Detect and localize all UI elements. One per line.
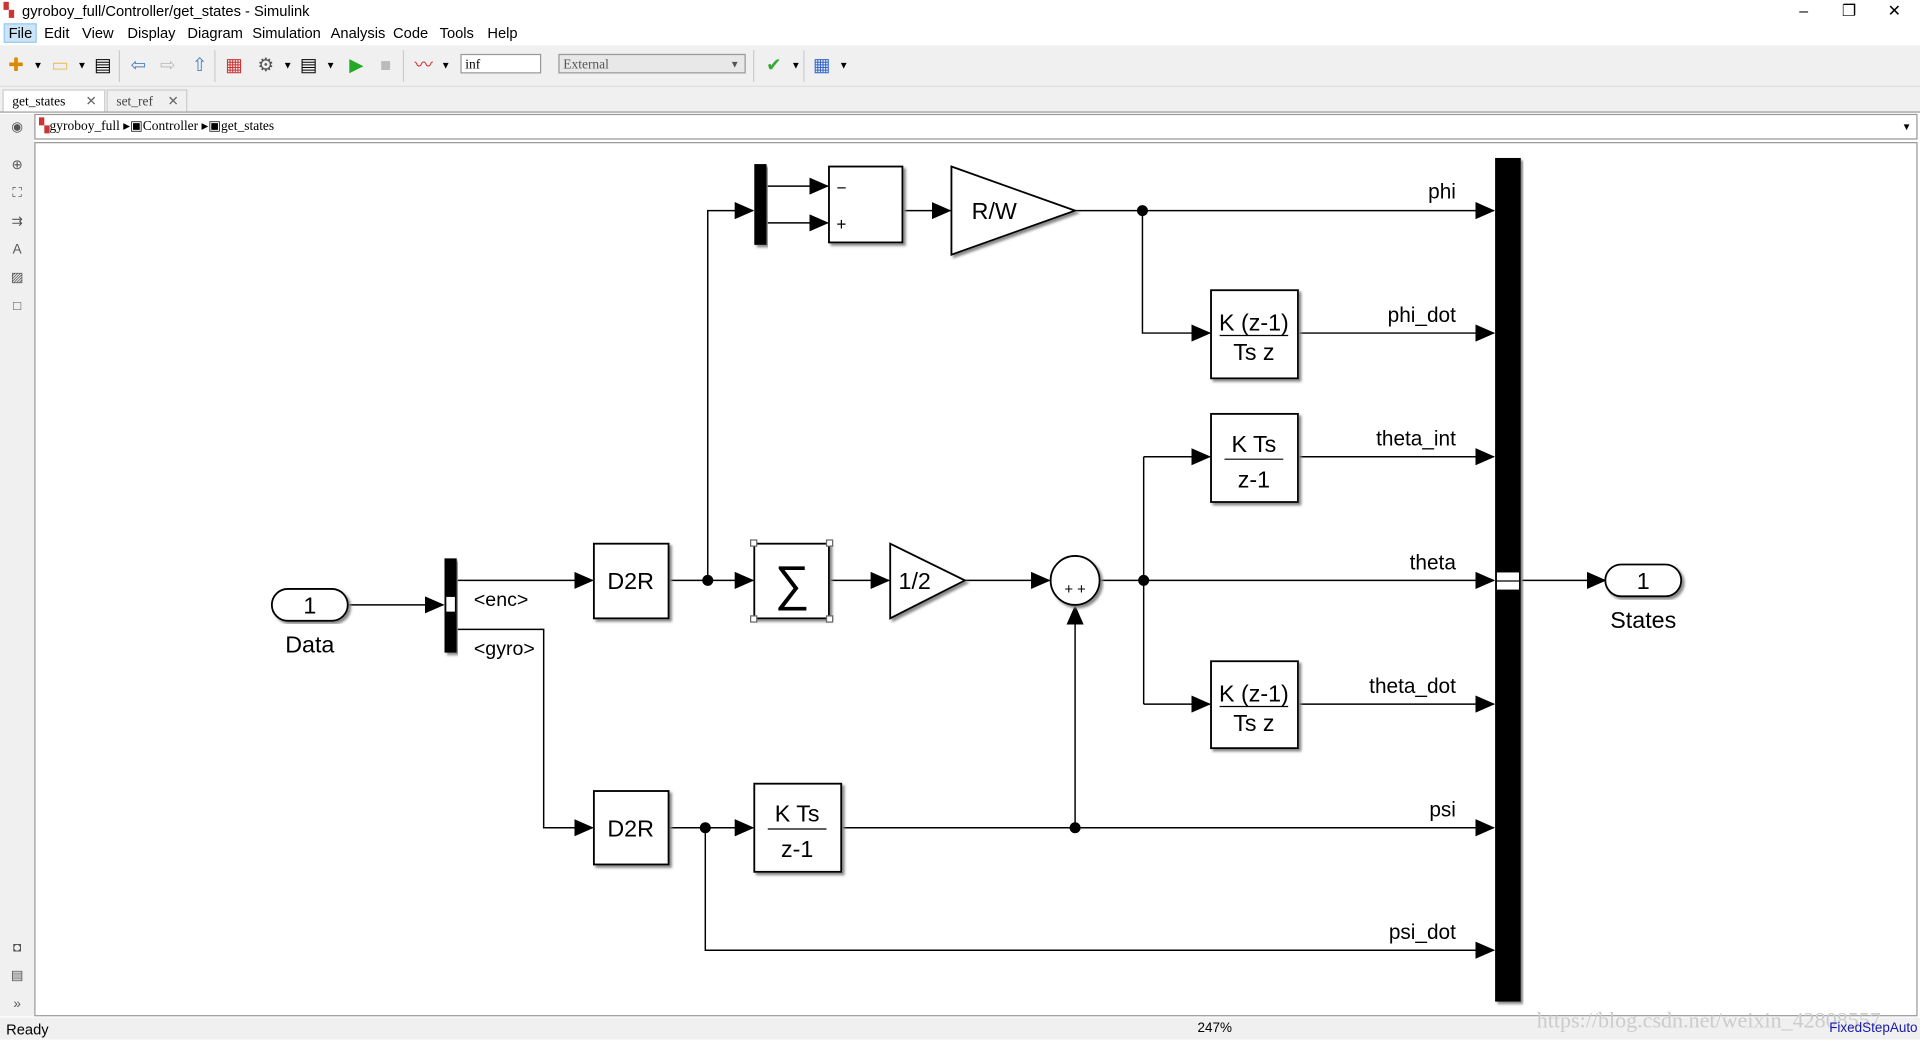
denominator: z-1 (781, 836, 813, 862)
status-text: Ready (6, 1021, 49, 1039)
integrator-block-psi[interactable]: K Ts z-1 (753, 782, 843, 873)
block-diagram: 1 Data <enc> <gyro> D2R D2R − + R/W ∑ 1/… (270, 157, 1683, 1002)
d2r-block-gyro[interactable]: D2R (592, 790, 670, 866)
minus-sign: − (836, 177, 846, 197)
bus-selector[interactable]: <enc> <gyro> (444, 558, 535, 660)
signal-label-psi: psi (1429, 799, 1456, 822)
outport-label: States (1610, 607, 1676, 633)
outport-number: 1 (1637, 568, 1650, 594)
block-label: D2R (607, 815, 654, 841)
signal-label-phi-dot: phi_dot (1388, 304, 1456, 327)
sum-of-elements-block[interactable]: ∑ (750, 539, 834, 623)
gain-half-block[interactable]: 1/2 (889, 542, 967, 620)
denominator: Ts z (1233, 710, 1274, 736)
signal-labels: phi phi_dot theta_int theta theta_dot ps… (1369, 180, 1456, 944)
inport-label: Data (285, 632, 334, 658)
inport-number: 1 (303, 592, 316, 618)
gain-rw-block[interactable]: R/W (950, 165, 1078, 256)
sum-block[interactable]: − + (828, 165, 904, 244)
integrator-block-theta[interactable]: K Ts z-1 (1210, 412, 1299, 503)
signal-label-theta: theta (1410, 551, 1457, 574)
sum-circle-block[interactable]: + + (1049, 555, 1101, 606)
mux-block[interactable] (754, 164, 767, 245)
numerator: K Ts (1231, 431, 1276, 457)
denominator: z-1 (1238, 466, 1270, 492)
junction-dots (699, 205, 1150, 834)
bus-signal-gyro: <gyro> (474, 638, 535, 660)
bus-creator[interactable] (1495, 157, 1521, 1002)
signal-label-phi: phi (1428, 180, 1456, 203)
zoom-level: 247% (1197, 1021, 1233, 1036)
signal-label-theta-dot: theta_dot (1369, 675, 1456, 698)
block-label: R/W (972, 198, 1017, 224)
block-signs: + + (1064, 582, 1085, 598)
signal-label-theta-int: theta_int (1376, 428, 1456, 451)
block-label: ∑ (775, 557, 810, 611)
denominator: Ts z (1233, 339, 1274, 365)
numerator: K Ts (775, 801, 820, 827)
block-label: 1/2 (899, 568, 931, 594)
numerator: K (z-1) (1219, 310, 1289, 336)
status-bar: Ready 247% https://blog.csdn.net/weixin_… (0, 1008, 1920, 1040)
derivative-block-theta[interactable]: K (z-1) Ts z (1210, 660, 1299, 750)
block-label: D2R (607, 568, 654, 594)
derivative-block-phi[interactable]: K (z-1) Ts z (1210, 289, 1299, 380)
solver-link[interactable]: FixedStepAuto (1829, 1021, 1917, 1036)
signal-label-psi-dot: psi_dot (1389, 921, 1456, 944)
bus-signal-enc: <enc> (474, 589, 528, 611)
plus-sign: + (836, 214, 846, 234)
d2r-block-enc[interactable]: D2R (592, 542, 670, 620)
numerator: K (z-1) (1219, 681, 1289, 707)
inport-data[interactable]: 1 Data (270, 588, 349, 658)
outport-states[interactable]: 1 States (1604, 563, 1683, 633)
